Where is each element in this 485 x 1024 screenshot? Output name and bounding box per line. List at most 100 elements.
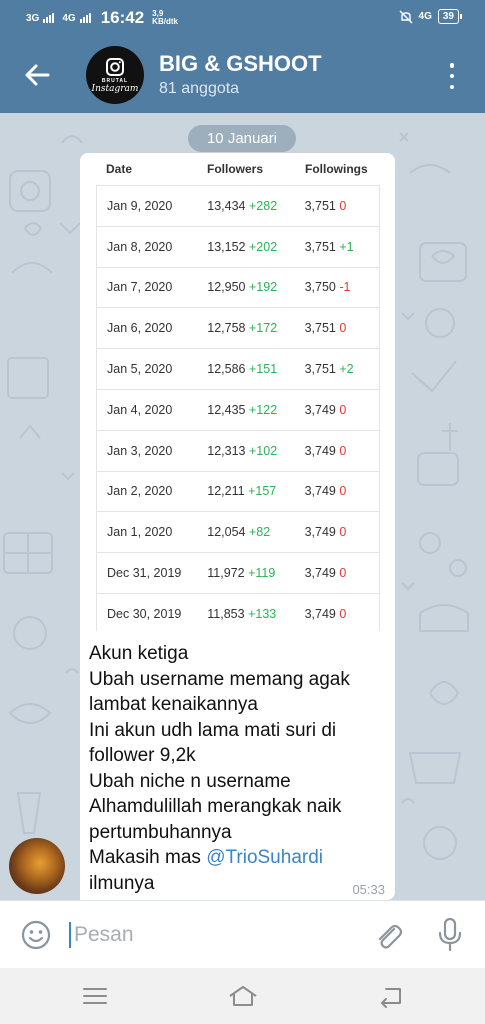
table-row: Dec 31, 2019 11,972 +119 3,749 0 [96, 553, 380, 594]
message-bubble[interactable]: Date Followers Followings Jan 9, 2020 13,… [80, 153, 395, 900]
cell-date: Jan 6, 2020 [107, 321, 173, 336]
emoji-icon[interactable] [20, 919, 52, 951]
followers-change: +102 [249, 443, 278, 458]
avatar-text-instagram: Instagram [91, 83, 139, 94]
cell-date: Jan 4, 2020 [107, 402, 173, 417]
followers-value: 11,853 [207, 606, 245, 621]
group-avatar[interactable]: BRUTAL Instagram [86, 46, 144, 104]
followings-value: 3,749 [304, 566, 336, 581]
cell-followings: 3,749 0 [295, 403, 379, 417]
followings-value: 3,749 [304, 402, 336, 417]
followings-value: 3,749 [304, 484, 336, 499]
cell-date: Jan 7, 2020 [107, 280, 173, 295]
cell-followers: 12,758 +172 [197, 321, 294, 335]
message-time: 05:33 [352, 882, 385, 897]
followings-change: 0 [339, 525, 347, 540]
followings-change: +2 [339, 362, 354, 377]
followings-value: 3,751 [304, 321, 336, 336]
table-row: Jan 2, 2020 12,211 +157 3,749 0 [96, 471, 380, 513]
followers-value: 12,435 [207, 402, 246, 417]
cell-followers: 13,434 +282 [197, 199, 294, 213]
cell-followings: 3,749 0 [295, 566, 379, 580]
followers-value: 13,152 [207, 239, 246, 254]
followings-change: 0 [339, 321, 347, 336]
cell-date: Jan 3, 2020 [107, 443, 173, 458]
cell-followers: 13,152 +202 [197, 240, 294, 254]
sender-avatar[interactable] [9, 838, 65, 894]
table-row: Jan 8, 2020 13,152 +202 3,751 +1 [96, 226, 380, 268]
attach-icon[interactable] [372, 919, 404, 951]
followers-change: +122 [249, 402, 278, 417]
member-count: 81 anggota [159, 80, 240, 97]
table-row: Jan 4, 2020 12,435 +122 3,749 0 [96, 389, 380, 431]
cell-followings: 3,749 0 [295, 444, 379, 458]
followings-value: 3,749 [304, 606, 336, 621]
cell-followings: 3,749 0 [295, 607, 379, 621]
message-line: Alhamdulillah merangkak naik pertumbuhan… [89, 796, 342, 843]
header-followings: Followings [305, 162, 368, 176]
followings-change: +1 [339, 239, 354, 254]
network-4g-label: 4G [62, 12, 76, 24]
signal-icon [43, 13, 55, 23]
microphone-icon[interactable] [436, 917, 464, 953]
followers-value: 12,211 [207, 484, 245, 499]
followers-change: +202 [249, 239, 278, 254]
more-options-icon[interactable] [446, 63, 458, 89]
user-mention-link[interactable]: @TrioSuhardi [206, 847, 323, 868]
date-chip: 10 Januari [188, 125, 296, 152]
table-row: Jan 3, 2020 12,313 +102 3,749 0 [96, 430, 380, 472]
thanks-prefix: Makasih mas [89, 847, 207, 868]
back-arrow-icon[interactable] [22, 60, 52, 90]
followings-change: 0 [339, 198, 347, 213]
followers-change: +157 [248, 484, 277, 499]
followers-value: 12,054 [207, 525, 246, 540]
followers-change: +133 [248, 606, 277, 621]
back-nav-icon[interactable] [376, 984, 406, 1008]
network-speed: 3,9 KB/dtk [152, 10, 178, 26]
clock: 16:42 [100, 8, 145, 27]
followings-change: 0 [339, 566, 347, 581]
status-left: 3G 4G 16:42 3,9 KB/dtk [26, 8, 178, 28]
followers-change: +151 [249, 362, 278, 377]
table-row: Jan 6, 2020 12,758 +172 3,751 0 [96, 308, 380, 350]
mute-icon [399, 10, 413, 23]
followers-value: 13,434 [207, 198, 246, 213]
cell-followings: 3,751 0 [295, 199, 379, 213]
chat-header: BRUTAL Instagram BIG & GSHOOT 81 anggota [0, 38, 485, 113]
followers-change: +192 [249, 280, 278, 295]
table-body: Jan 9, 2020 13,434 +282 3,751 0 Jan 8, 2020… [96, 186, 380, 631]
followers-value: 11,972 [207, 566, 245, 581]
cell-date: Jan 9, 2020 [107, 198, 173, 213]
followers-change: +82 [249, 525, 271, 540]
chat-title[interactable]: BIG & GSHOOT [159, 51, 322, 77]
cell-followers: 12,586 +151 [197, 362, 294, 376]
header-date: Date [106, 162, 133, 176]
cell-followers: 12,054 +82 [197, 525, 294, 539]
system-nav-bar [0, 968, 485, 1024]
chat-area[interactable]: 10 Januari Date Followers Followings Jan… [0, 113, 485, 900]
battery-indicator: 39 [437, 9, 463, 24]
followings-change: 0 [339, 443, 347, 458]
followings-value: 3,749 [304, 525, 336, 540]
screenshot-image[interactable]: Date Followers Followings Jan 9, 2020 13,… [82, 153, 393, 631]
table-row: Jan 7, 2020 12,950 +192 3,750 -1 [96, 267, 380, 309]
followings-value: 3,751 [304, 198, 336, 213]
cell-date: Dec 30, 2019 [107, 606, 182, 621]
cell-date: Jan 8, 2020 [107, 239, 173, 254]
header-followers: Followers [207, 162, 264, 176]
network-4g-right: 4G [418, 11, 432, 22]
message-input[interactable]: Pesan [74, 923, 134, 947]
cell-followers: 12,435 +122 [197, 403, 294, 417]
cell-followings: 3,751 0 [295, 321, 379, 335]
table-row: Jan 1, 2020 12,054 +82 3,749 0 [96, 512, 380, 554]
followings-value: 3,749 [304, 443, 336, 458]
home-icon[interactable] [228, 984, 258, 1008]
cell-date: Jan 2, 2020 [107, 484, 173, 499]
cell-followings: 3,749 0 [295, 525, 379, 539]
followers-value: 12,586 [207, 362, 246, 377]
menu-icon[interactable] [80, 984, 110, 1008]
table-row: Dec 30, 2019 11,853 +133 3,749 0 [96, 593, 380, 631]
followers-change: +119 [248, 566, 276, 581]
message-line: Ini akun udh lama mati suri di follower … [89, 719, 337, 767]
followings-change: 0 [339, 484, 347, 499]
